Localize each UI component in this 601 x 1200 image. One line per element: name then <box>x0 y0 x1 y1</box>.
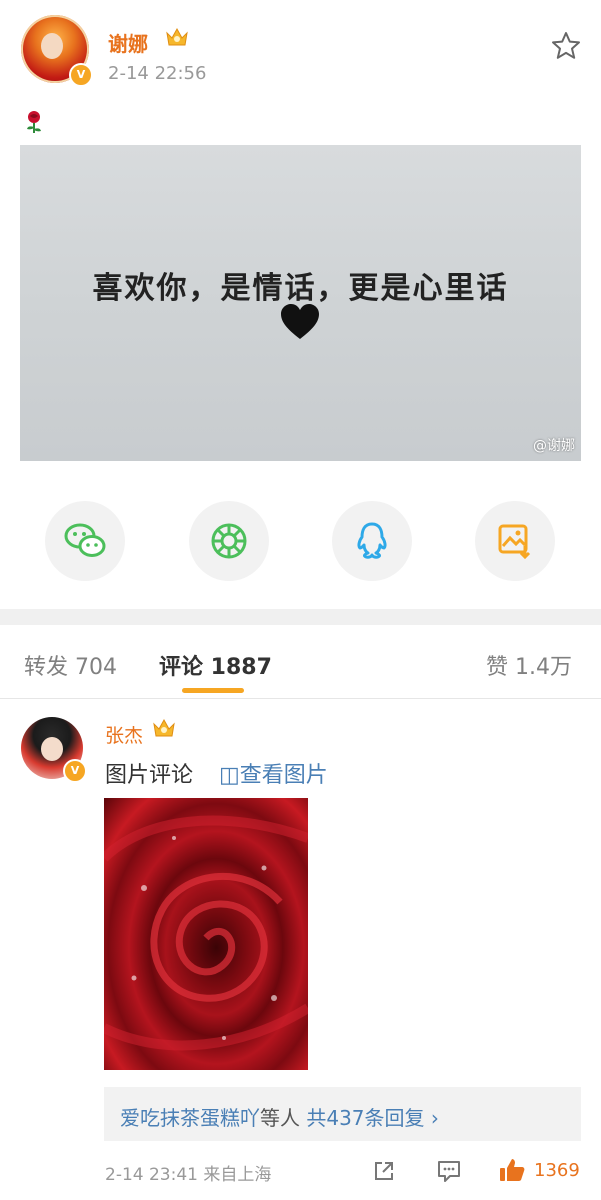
tabs-divider <box>0 698 601 699</box>
save-image-icon <box>498 524 531 560</box>
reply-count-link[interactable]: 共437条回复 › <box>306 1106 439 1130</box>
post-image[interactable]: 喜欢你，是情话，更是心里话 @谢娜 <box>20 145 581 461</box>
commenter-name[interactable]: 张杰 <box>105 721 143 748</box>
rose-emoji-icon <box>27 111 41 133</box>
post-text-emoji <box>24 110 44 138</box>
tab-likes[interactable]: 赞 1.4万 <box>486 649 572 681</box>
comment-meta: 2-14 23:41 来自上海 <box>105 1165 272 1185</box>
share-moments-button[interactable] <box>189 501 269 581</box>
active-tab-indicator <box>182 688 244 693</box>
view-image-link[interactable]: ◫查看图片 <box>219 757 328 789</box>
qq-icon <box>357 522 387 559</box>
save-image-button[interactable] <box>475 501 555 581</box>
reply-mid-text: 等人 <box>260 1106 300 1130</box>
like-thumb-icon[interactable] <box>498 1156 526 1184</box>
post-author-name[interactable]: 谢娜 <box>108 28 148 57</box>
commenter-avatar[interactable]: V <box>21 717 87 783</box>
author-avatar[interactable]: V <box>21 15 93 87</box>
share-wechat-button[interactable] <box>45 501 125 581</box>
share-qq-button[interactable] <box>332 501 412 581</box>
comment-text: 图片评论 <box>105 763 194 788</box>
reply-users[interactable]: 爱吃抹茶蛋糕吖 <box>120 1106 260 1130</box>
like-count: 1369 <box>534 1160 580 1181</box>
verified-badge-icon: V <box>69 63 93 87</box>
moments-icon <box>211 523 247 559</box>
comment-image[interactable] <box>104 798 308 1070</box>
tab-repost[interactable]: 转发 704 <box>24 649 117 681</box>
tab-comments[interactable]: 评论 1887 <box>159 649 272 681</box>
vip-crown-icon <box>153 718 175 737</box>
post-image-caption: 喜欢你，是情话，更是心里话 <box>92 271 509 306</box>
vip-crown-icon <box>166 27 188 46</box>
wechat-icon <box>64 523 106 557</box>
rose-photo-art <box>104 815 308 1051</box>
heart-icon <box>281 304 319 339</box>
avatar-face <box>41 737 63 761</box>
reply-comment-icon[interactable] <box>436 1159 462 1183</box>
section-divider <box>0 609 601 625</box>
replies-summary[interactable]: 爱吃抹茶蛋糕吖等人 共437条回复 › <box>104 1087 581 1141</box>
post-timestamp: 2-14 22:56 <box>108 63 207 84</box>
share-comment-icon[interactable] <box>372 1159 396 1183</box>
favorite-star-icon[interactable] <box>550 30 582 62</box>
avatar-face <box>41 33 63 59</box>
image-watermark: @谢娜 <box>533 438 575 454</box>
verified-badge-icon: V <box>63 759 87 783</box>
